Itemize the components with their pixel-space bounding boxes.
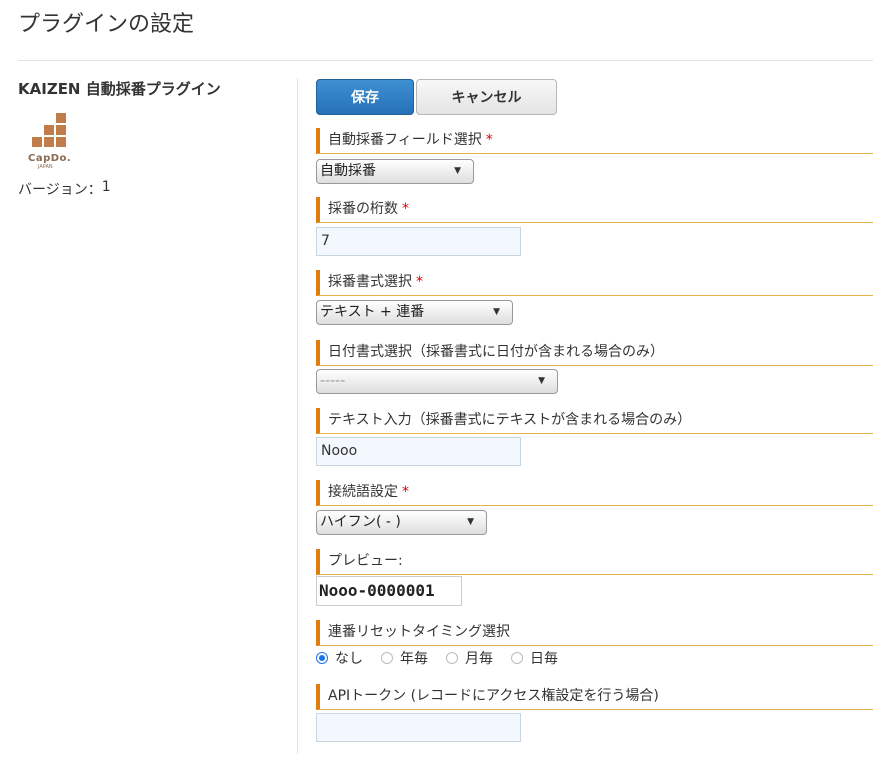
column-divider [297,78,298,754]
radio-unchecked-icon[interactable] [381,652,393,664]
radio-unchecked-icon[interactable] [511,652,523,664]
version-number: 1 [101,179,111,195]
preview-label: プレビュー: [316,549,873,575]
api-token-label: APIトークン (レコードにアクセス権設定を行う場合) [316,684,873,710]
date-format-select[interactable]: ----- ▼ [316,369,558,394]
radio-monthly[interactable]: 月毎 [446,648,493,668]
logo-text: CapDo. [28,153,72,164]
format-label: 採番書式選択 * [316,270,873,296]
logo-subtext: JAPAN [38,164,53,170]
api-token-input[interactable] [316,713,521,742]
radio-unchecked-icon[interactable] [446,652,458,664]
radio-daily[interactable]: 日毎 [511,648,558,668]
radio-none[interactable]: なし [316,648,363,668]
reset-timing-radio-group: なし 年毎 月毎 日毎 [316,648,576,668]
radio-yearly[interactable]: 年毎 [381,648,428,668]
radio-checked-icon[interactable] [316,652,328,664]
dropdown-arrow-icon: ▼ [467,517,474,527]
required-mark: * [485,132,493,148]
date-format-label: 日付書式選択（採番書式に日付が含まれる場合のみ） [316,340,873,366]
dropdown-arrow-icon: ▼ [538,376,545,386]
plugin-name: KAIZEN 自動採番プラグイン [18,80,221,98]
auto-field-select[interactable]: 自動採番 ▼ [316,159,474,184]
dropdown-arrow-icon: ▼ [454,166,461,176]
required-mark: * [416,274,423,290]
plugin-info-panel: KAIZEN 自動採番プラグイン CapDo. JAPAN バージョン： 1 [18,78,288,199]
reset-timing-label: 連番リセットタイミング選択 [316,620,873,646]
dropdown-arrow-icon: ▼ [493,307,500,317]
digits-label: 採番の桁数 * [316,197,873,223]
required-mark: * [402,201,409,217]
title-divider [18,60,873,61]
preview-value: Nooo-0000001 [316,576,462,606]
connector-select[interactable]: ハイフン( - ) ▼ [316,510,487,535]
plugin-logo: CapDo. JAPAN [28,113,72,173]
format-select[interactable]: テキスト + 連番 ▼ [316,300,513,325]
cancel-button[interactable]: キャンセル [416,79,557,115]
text-input-label: テキスト入力（採番書式にテキストが含まれる場合のみ） [316,408,873,434]
version-info: バージョン： 1 [18,179,288,199]
save-button[interactable]: 保存 [316,79,414,115]
text-input-field[interactable]: Nooo [316,437,521,466]
required-mark: * [402,484,409,500]
auto-field-label: 自動採番フィールド選択 * [316,128,873,154]
version-label: バージョン： [18,182,102,198]
page-title: プラグインの設定 [18,12,195,37]
connector-label: 接続語設定 * [316,480,873,506]
digits-input[interactable]: 7 [316,227,521,256]
